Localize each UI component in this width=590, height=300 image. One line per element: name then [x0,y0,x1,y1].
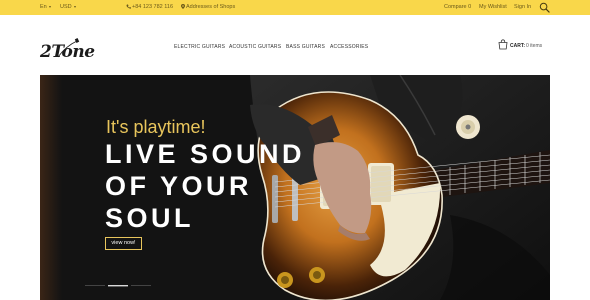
hero-banner: It's playtime! LIVE SOUND OF YOUR SOUL v… [40,75,550,300]
wishlist-link[interactable]: My Wishlist [479,0,507,15]
addresses-label: Addresses of Shops [186,4,236,10]
cart-icon [498,39,508,50]
search-icon[interactable] [539,2,550,13]
chevron-down-icon [73,5,76,8]
nav-bass-guitars[interactable]: BASS GUITARS [286,42,325,52]
nav-accessories[interactable]: ACCESSORIES [330,42,368,52]
slider-dot[interactable] [85,285,105,286]
top-bar: En USD +84 123 782 116 Addresses of Shop… [0,0,590,15]
slider-dot[interactable] [131,285,151,286]
slider-dot-active[interactable] [108,285,128,287]
cart-widget[interactable]: CART: 0 items [498,39,548,55]
compare-link[interactable]: Compare 0 [444,0,471,15]
addresses-link[interactable]: Addresses of Shops [181,0,235,15]
logo-guitar-mark [57,38,80,58]
hero-headline-3: SOUL [105,203,195,233]
cart-label: CART: [510,43,525,49]
phone-icon [126,4,131,9]
language-selector[interactable]: En [40,0,51,15]
logo[interactable]: 2Tone [40,37,96,67]
currency-selector[interactable]: USD [60,0,76,15]
hero-tagline: It's playtime! [106,117,206,137]
slider-pagination [85,285,151,287]
nav-acoustic-guitars[interactable]: ACOUSTIC GUITARS [229,42,281,52]
nav-electric-guitars[interactable]: ELECTRIC GUITARS [174,42,225,52]
cart-count: 0 items [526,43,543,49]
map-pin-icon [181,4,185,10]
signin-link[interactable]: Sign In [514,0,531,15]
hero-headline-2: OF YOUR [105,171,253,201]
language-label: En [40,4,47,10]
hero-headline-1: LIVE SOUND [105,139,306,169]
phone-number: +84 123 782 116 [132,4,174,10]
view-now-button[interactable]: view now! [105,237,142,250]
chevron-down-icon [48,5,51,8]
phone-contact[interactable]: +84 123 782 116 [126,0,173,15]
site-header: 2Tone ELECTRIC GUITARS ACOUSTIC GUITARS … [0,15,590,75]
currency-label: USD [60,4,72,10]
